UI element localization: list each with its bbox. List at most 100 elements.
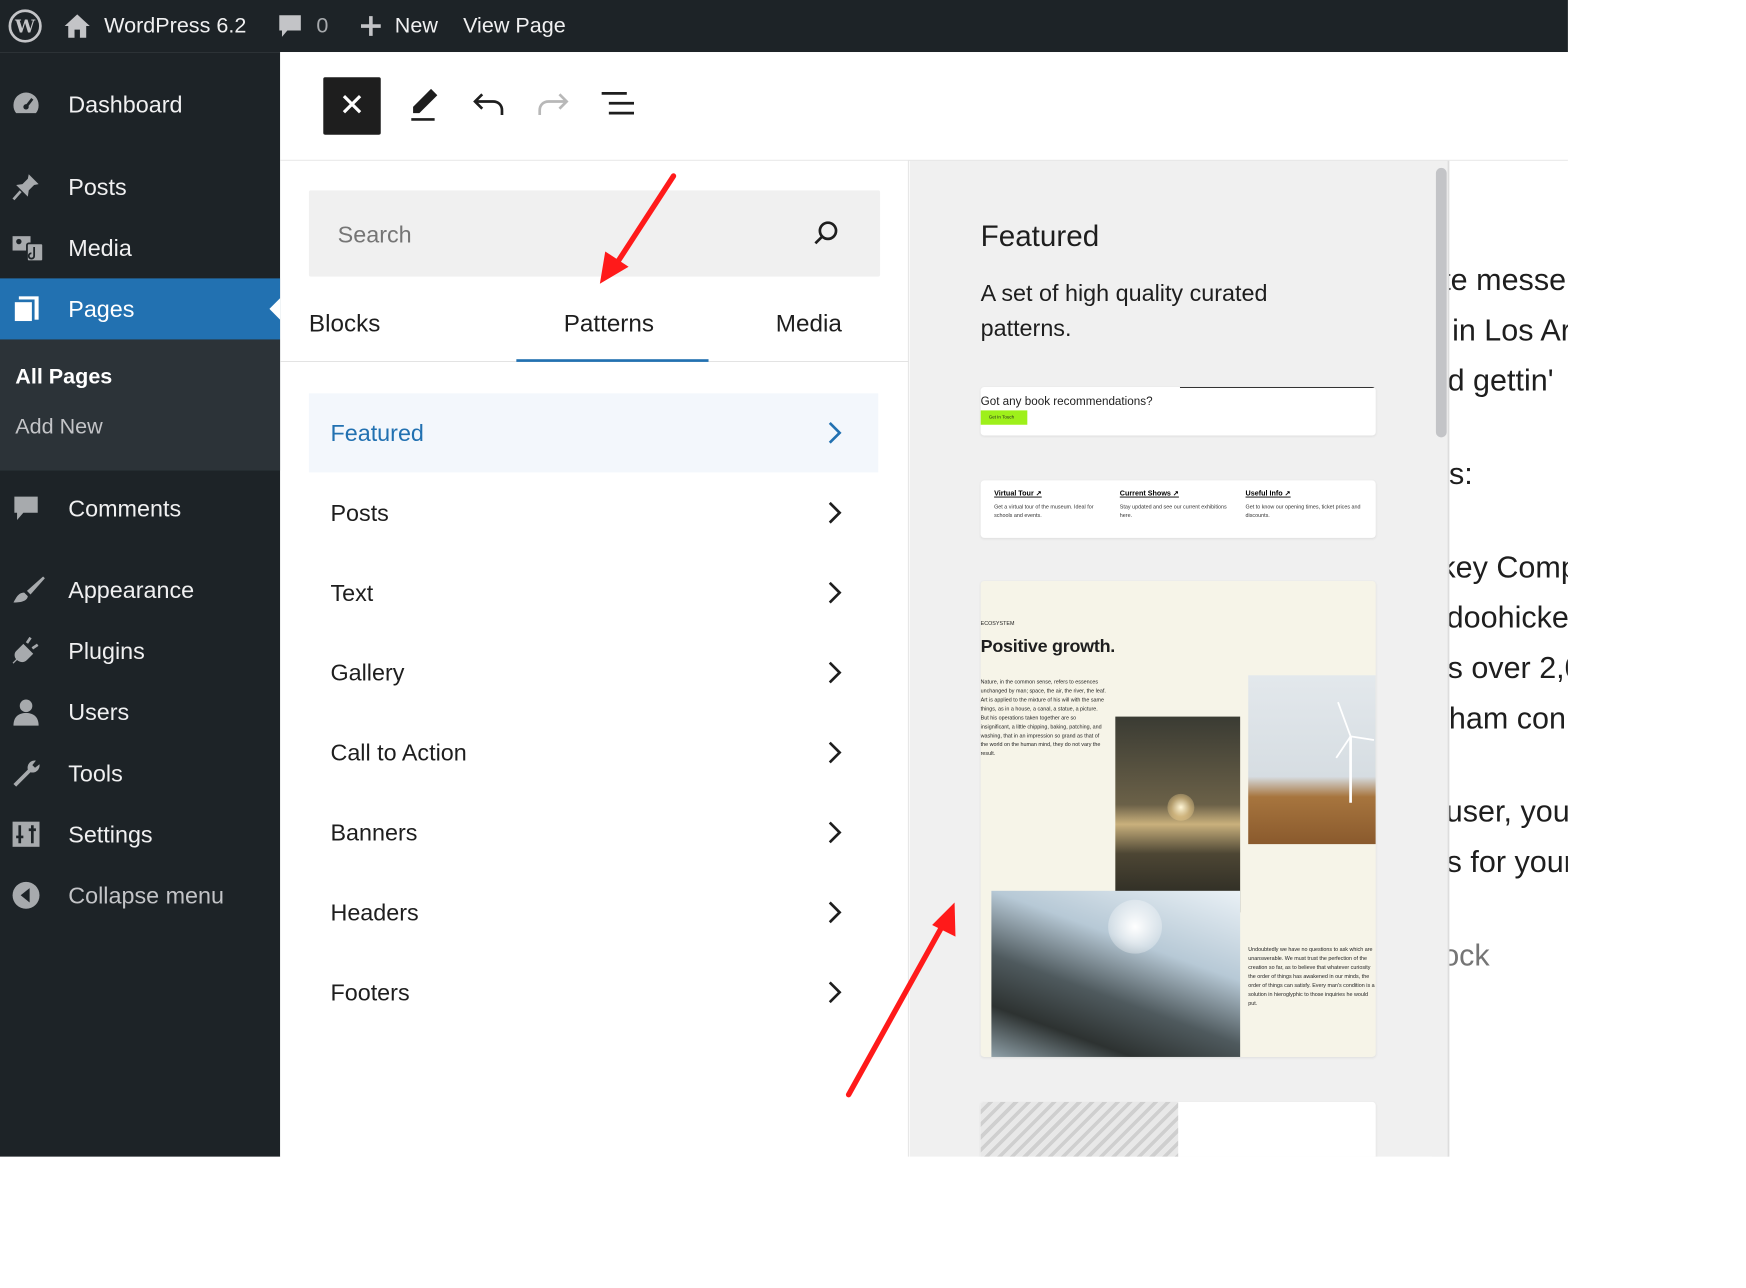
comment-bubble-icon <box>277 13 304 40</box>
canvas-text-line: key Comp <box>1449 550 1568 585</box>
admin-bar: W WordPress 6.2 0 New View Page <box>0 0 1568 53</box>
block-inserter-panel: Search Blocks Patterns Media Featured Po… <box>280 160 909 1157</box>
sidebar-item-users[interactable]: Users <box>0 682 280 743</box>
sliders-icon <box>11 816 58 852</box>
category-call-to-action[interactable]: Call to Action <box>309 713 878 792</box>
comments-link[interactable]: 0 <box>264 0 341 52</box>
undo-button[interactable] <box>460 77 517 134</box>
canvas-text-line: ock <box>1449 938 1490 973</box>
chevron-right-icon <box>828 501 842 524</box>
info-column: Virtual Tour ↗ Get a virtual tour of the… <box>994 489 1102 520</box>
tab-blocks[interactable]: Blocks <box>280 286 509 361</box>
card-heading: Got any book recommendations? <box>980 394 1153 408</box>
inserter-search-field[interactable]: Search <box>308 190 881 277</box>
search-icon[interactable] <box>812 219 841 252</box>
sidebar-item-label: Dashboard <box>68 90 183 118</box>
list-view-icon <box>600 90 636 121</box>
category-label: Featured <box>330 418 424 446</box>
sidebar-item-plugins[interactable]: Plugins <box>0 621 280 682</box>
chevron-right-icon <box>828 422 842 444</box>
sidebar-item-label: Comments <box>68 494 182 522</box>
collapse-menu-button[interactable]: Collapse menu <box>0 865 280 926</box>
collapse-menu-label: Collapse menu <box>68 881 224 909</box>
category-footers[interactable]: Footers <box>309 953 878 1032</box>
editor-canvas[interactable]: te messe in Los Ar d gettin' is: key Com… <box>1447 160 1568 1157</box>
site-name-link[interactable]: WordPress 6.2 <box>50 0 259 52</box>
new-label: New <box>394 13 438 38</box>
preview-description: A set of high quality curated patterns. <box>980 279 1268 342</box>
submenu-item-add-new[interactable]: Add New <box>0 402 280 452</box>
chevron-right-icon <box>828 741 842 764</box>
forest-image <box>1115 716 1241 913</box>
wind-turbine-image <box>1248 675 1376 845</box>
tab-media[interactable]: Media <box>709 286 909 361</box>
category-banners[interactable]: Banners <box>309 793 878 872</box>
search-placeholder: Search <box>337 220 412 248</box>
inserter-tabs: Blocks Patterns Media <box>280 286 909 362</box>
sidebar-item-settings[interactable]: Settings <box>0 804 280 865</box>
card-kicker: ECOSYSTEM <box>980 621 1015 627</box>
info-column: Current Shows ↗ Stay updated and see our… <box>1120 489 1237 520</box>
category-posts[interactable]: Posts <box>309 473 878 552</box>
category-headers[interactable]: Headers <box>309 873 878 952</box>
category-text[interactable]: Text <box>309 553 878 632</box>
column-text: Stay updated and see our current exhibit… <box>1119 504 1227 520</box>
list-view-button[interactable] <box>589 77 646 134</box>
pattern-category-list: Featured Posts Text Gallery Call to Acti… <box>308 393 879 1032</box>
wrench-icon <box>11 755 58 791</box>
collapse-arrow-icon <box>11 877 58 913</box>
sidebar-item-label: Posts <box>68 172 127 200</box>
pattern-thumbnail-image <box>980 1101 1179 1157</box>
sidebar-item-appearance[interactable]: Appearance <box>0 559 280 620</box>
sidebar-item-comments[interactable]: Comments <box>0 478 280 539</box>
close-inserter-button[interactable] <box>323 77 381 135</box>
sidebar-item-pages[interactable]: Pages <box>0 278 281 340</box>
category-label: Headers <box>330 898 419 926</box>
sidebar-item-tools[interactable]: Tools <box>0 743 280 804</box>
redo-button[interactable] <box>524 77 581 134</box>
pin-icon <box>11 169 58 205</box>
sidebar-item-label: Appearance <box>68 576 195 604</box>
new-content-button[interactable]: New <box>346 0 450 52</box>
tab-patterns[interactable]: Patterns <box>509 286 709 362</box>
brush-icon <box>11 572 58 608</box>
card-body-text-secondary: Undoubtedly we have no questions to ask … <box>1248 947 1375 1007</box>
pattern-card-partial[interactable] <box>980 1101 1376 1157</box>
editor-toolbar <box>280 52 1568 161</box>
category-label: Footers <box>330 978 410 1006</box>
category-label: Posts <box>330 498 389 526</box>
plus-icon <box>359 14 382 37</box>
category-label: Banners <box>330 818 418 846</box>
home-icon <box>63 13 92 40</box>
canvas-text-line: s over 2,0 <box>1447 651 1568 686</box>
coastline-image <box>991 890 1241 1057</box>
tools-button[interactable] <box>395 77 452 134</box>
category-label: Gallery <box>330 658 405 686</box>
sidebar-item-media[interactable]: Media <box>0 217 280 278</box>
pattern-card-book-recommendations[interactable]: Got any book recommendations? Get In Tou… <box>980 387 1376 436</box>
sidebar-item-dashboard[interactable]: Dashboard <box>0 75 280 132</box>
category-gallery[interactable]: Gallery <box>309 633 878 712</box>
column-text: Get to know our opening times, ticket pr… <box>1245 504 1361 520</box>
card-heading: Positive growth. <box>980 636 1116 657</box>
category-label: Call to Action <box>330 738 467 766</box>
chevron-right-icon <box>828 581 842 604</box>
undo-icon <box>471 90 505 121</box>
sidebar-item-label: Settings <box>68 820 153 848</box>
pencil-icon <box>408 86 440 126</box>
canvas-text-line: doohicke <box>1447 600 1568 635</box>
chevron-right-icon <box>828 821 842 844</box>
category-label: Text <box>330 578 374 606</box>
submenu-item-all-pages[interactable]: All Pages <box>0 352 280 402</box>
pages-submenu: All Pages Add New <box>0 339 281 471</box>
canvas-text-line: d gettin' <box>1447 363 1554 398</box>
pattern-card-positive-growth[interactable]: ECOSYSTEM Positive growth. Nature, in th… <box>980 581 1376 1057</box>
category-featured[interactable]: Featured <box>308 393 879 473</box>
pattern-card-info-columns[interactable]: Virtual Tour ↗ Get a virtual tour of the… <box>980 480 1376 538</box>
sidebar-item-posts[interactable]: Posts <box>0 156 280 217</box>
view-page-label: View Page <box>463 13 566 38</box>
sidebar-item-label: Tools <box>68 759 123 787</box>
wordpress-logo-icon[interactable]: W <box>0 0 50 52</box>
view-page-link[interactable]: View Page <box>451 0 579 52</box>
preview-scrollbar-thumb[interactable] <box>1435 167 1447 438</box>
